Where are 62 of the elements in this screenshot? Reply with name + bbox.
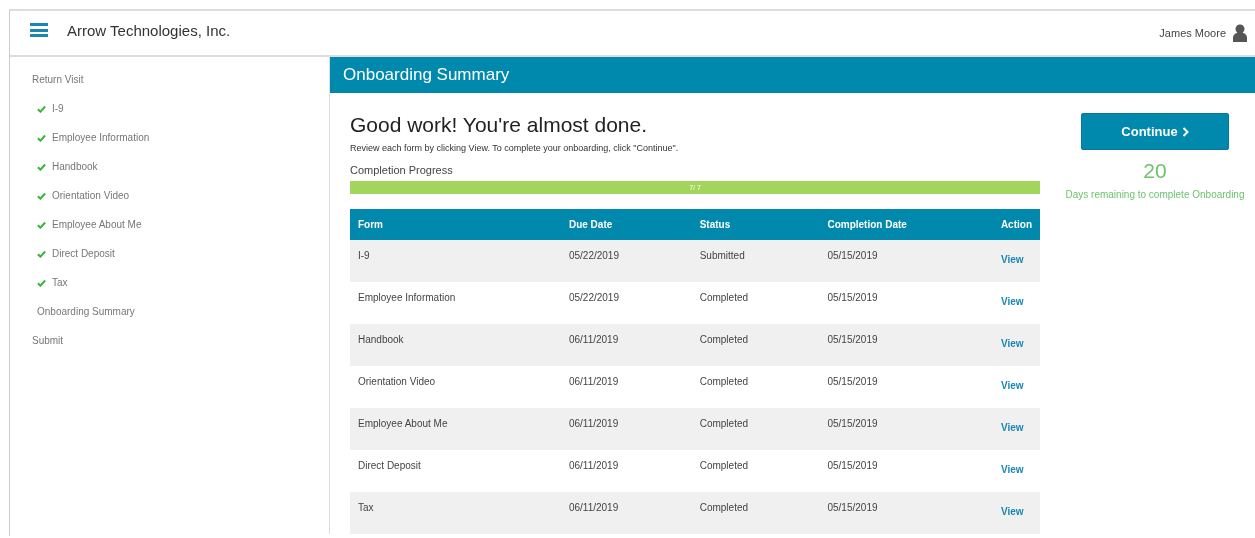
table-cell: Tax [358, 502, 374, 513]
table-cell: 05/15/2019 [827, 292, 878, 303]
view-link[interactable]: View [1000, 422, 1024, 433]
instructions: Review each form by clicking View. To complete your onboarding, click "Continue". [350, 143, 680, 153]
days-count: 20 [1143, 159, 1167, 183]
view-link[interactable]: View [1000, 506, 1024, 517]
table-cell: Employee About Me [358, 418, 448, 429]
menu-icon[interactable] [30, 23, 48, 37]
column-header: Due Date [560, 209, 692, 240]
sidebar-item[interactable]: Employee Information [52, 132, 150, 143]
table-cell: 05/15/2019 [827, 250, 878, 261]
days-label: Days remaining to complete Onboarding [1065, 189, 1245, 200]
company-name: Arrow Technologies, Inc. [67, 21, 231, 39]
column-header: Status [691, 209, 820, 240]
table-cell: 06/11/2019 [568, 334, 619, 345]
column-header: Completion Date [819, 209, 993, 240]
sidebar-item[interactable]: Return Visit [32, 74, 84, 85]
sidebar-item[interactable]: Onboarding Summary [37, 306, 135, 317]
table-cell: Handbook [358, 334, 404, 345]
sidebar-item[interactable]: Tax [52, 277, 68, 288]
table-cell: Completed [699, 292, 749, 303]
column-header: Action [992, 209, 1040, 240]
heading: Good work! You're almost done. [350, 113, 649, 137]
table-cell: Completed [699, 334, 749, 345]
continue-button[interactable]: Continue [1081, 113, 1229, 150]
table-cell: 06/11/2019 [568, 418, 619, 429]
table-cell: 05/15/2019 [827, 376, 878, 387]
table-cell: Submitted [699, 250, 745, 261]
table-cell: Completed [699, 418, 749, 429]
page-title-bar: Onboarding Summary [330, 57, 1255, 93]
view-link[interactable]: View [1000, 338, 1024, 349]
view-link[interactable]: View [1000, 464, 1024, 475]
chevron-icon [1181, 126, 1189, 137]
table-cell: 06/11/2019 [568, 376, 619, 387]
user-icon[interactable] [1233, 24, 1247, 42]
table-cell: 06/11/2019 [568, 502, 619, 513]
table-cell: Direct Deposit [358, 460, 421, 471]
table-cell: 05/15/2019 [827, 418, 878, 429]
table-cell: 05/15/2019 [827, 334, 878, 345]
table-cell: Employee Information [358, 292, 456, 303]
table-cell: Completed [699, 502, 749, 513]
table-cell: I-9 [358, 250, 370, 261]
table-cell: Orientation Video [358, 376, 436, 387]
sidebar-item[interactable]: Orientation Video [52, 190, 130, 201]
table-cell: Completed [699, 376, 749, 387]
table-cell: 05/15/2019 [827, 460, 878, 471]
sidebar-item[interactable]: I-9 [52, 103, 64, 114]
table-cell: 06/11/2019 [568, 460, 619, 471]
view-link[interactable]: View [1000, 296, 1024, 307]
table-cell: 05/15/2019 [827, 502, 878, 513]
sidebar-item[interactable]: Direct Deposit [52, 248, 115, 259]
view-link[interactable]: View [1000, 380, 1024, 391]
view-link[interactable]: View [1000, 254, 1024, 265]
sidebar-item[interactable]: Handbook [52, 161, 98, 172]
sidebar-item[interactable]: Submit [32, 335, 64, 346]
table-cell: 05/22/2019 [568, 250, 619, 261]
progress-label: Completion Progress [350, 164, 454, 176]
user-name[interactable]: James Moore [1159, 27, 1226, 39]
table-cell: 05/22/2019 [568, 292, 619, 303]
sidebar-item[interactable]: Employee About Me [52, 219, 142, 230]
column-header: Form [350, 209, 561, 240]
table-cell: Completed [699, 460, 749, 471]
